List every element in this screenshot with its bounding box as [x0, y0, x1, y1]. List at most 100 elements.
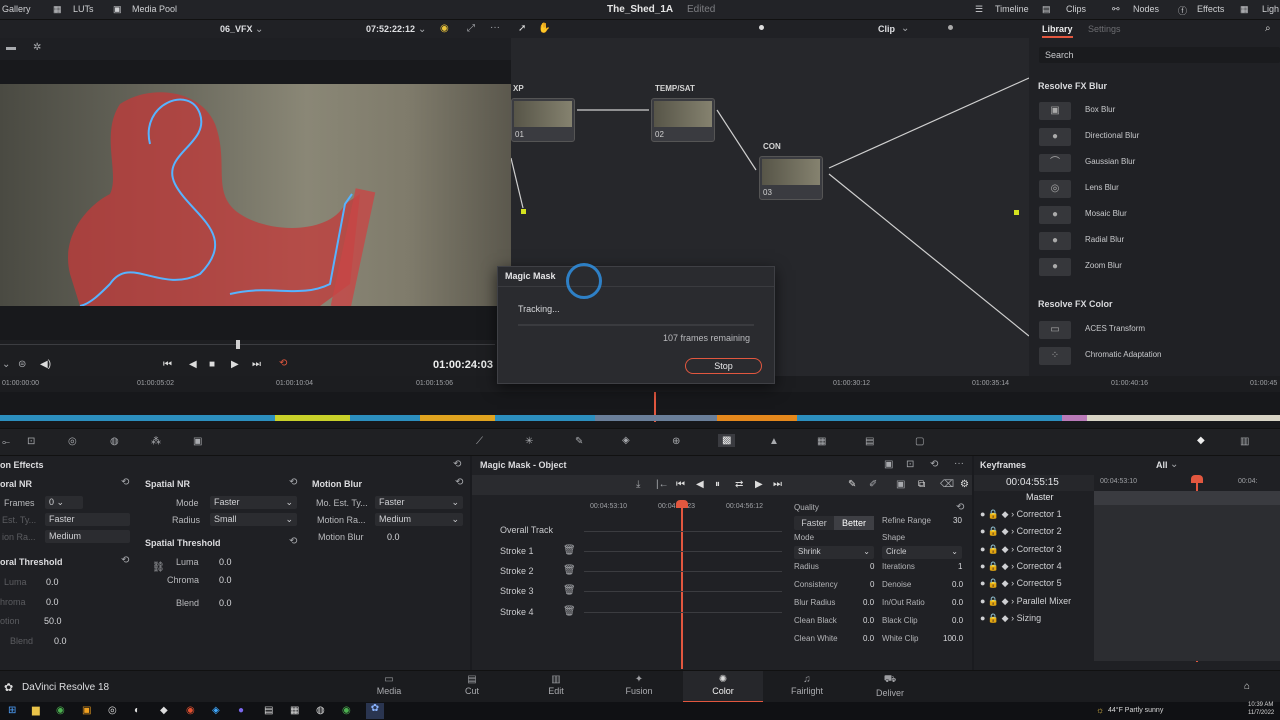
mo-blur-value[interactable]: 0.0: [387, 532, 400, 542]
effect-directional-blur[interactable]: ● Directional Blur: [1029, 126, 1280, 148]
app-icon[interactable]: ◐: [134, 705, 140, 716]
pen-add-icon[interactable]: ✎: [848, 479, 856, 490]
app-icon[interactable]: ◍: [316, 705, 325, 716]
curves-icon[interactable]: ⟋: [476, 436, 483, 447]
motion-value[interactable]: 50.0: [44, 616, 62, 626]
more-options-icon[interactable]: ···: [490, 22, 500, 33]
playhead[interactable]: [236, 340, 240, 349]
scopes-icon[interactable]: ▥: [1240, 436, 1249, 447]
tab-edit[interactable]: ▥ Edit: [516, 671, 596, 703]
fullscreen-icon[interactable]: ⤢: [467, 23, 475, 34]
radius-value[interactable]: 0: [870, 562, 874, 571]
reset-icon[interactable]: ⟲: [956, 502, 964, 513]
play-reverse-icon[interactable]: ◀: [189, 359, 197, 370]
magic-mask-icon[interactable]: ▩: [718, 434, 736, 447]
app-icon[interactable]: ◉: [186, 705, 195, 716]
track-forward-icon[interactable]: ▶: [755, 479, 763, 490]
chevron-down-icon[interactable]: ⌄: [418, 24, 426, 35]
tab-media[interactable]: ▭ Media: [349, 671, 429, 703]
hand-icon[interactable]: ✋: [538, 23, 550, 34]
tab-cut[interactable]: ▤ Cut: [432, 671, 512, 703]
node-mode[interactable]: Clip: [878, 24, 895, 34]
track-row-stroke-4[interactable]: Stroke 4 🗑: [472, 602, 584, 622]
link-icon[interactable]: ⛓: [152, 562, 165, 573]
timeline-name[interactable]: 06_VFX: [220, 24, 253, 34]
more-options-icon[interactable]: ···: [954, 458, 964, 469]
consistency-value[interactable]: 0: [870, 580, 874, 589]
chevron-down-icon[interactable]: ⌄: [1170, 459, 1178, 470]
node-input[interactable]: [521, 209, 526, 214]
iterations-value[interactable]: 1: [958, 562, 962, 571]
app-icon[interactable]: ▦: [290, 705, 299, 716]
track-row-overall[interactable]: Overall Track: [472, 520, 584, 540]
gallery-button[interactable]: Gallery: [2, 4, 31, 14]
rectangle-icon[interactable]: ▣: [896, 479, 905, 490]
keyframe-row-sizing[interactable]: ● 🔒 ◆ › Sizing: [980, 613, 1095, 630]
audio-meter-icon[interactable]: ⊜: [18, 359, 26, 370]
file-explorer-icon[interactable]: ▆: [32, 705, 40, 716]
white-clip-value[interactable]: 100.0: [943, 634, 963, 643]
rgb-mixer-icon[interactable]: ⁂: [151, 436, 161, 447]
clean-white-value[interactable]: 0.0: [863, 634, 874, 643]
app-icon[interactable]: ◉: [342, 705, 351, 716]
effects-button[interactable]: Effects: [1197, 4, 1224, 14]
frames-select[interactable]: 0 ⌄: [45, 496, 83, 509]
tab-fairlight[interactable]: ♫ Fairlight: [767, 671, 847, 703]
tab-settings[interactable]: Settings: [1088, 24, 1121, 34]
node-02[interactable]: 02: [651, 98, 715, 142]
trash-icon[interactable]: 🗑: [563, 545, 576, 556]
grid-icon[interactable]: ▬: [6, 42, 16, 53]
clip-strip[interactable]: [0, 392, 1280, 428]
clips-button[interactable]: Clips: [1066, 4, 1086, 14]
inout-ratio-value[interactable]: 0.0: [952, 598, 963, 607]
reset-icon[interactable]: ⟲: [455, 477, 463, 488]
tab-deliver[interactable]: ⛟ Deliver: [850, 671, 930, 703]
node-01[interactable]: 01: [511, 98, 575, 142]
blend-value[interactable]: 0.0: [54, 636, 67, 646]
motion-range-select[interactable]: Medium: [45, 530, 130, 543]
luma-value[interactable]: 0.0: [46, 577, 59, 587]
trash-icon[interactable]: 🗑: [563, 585, 576, 596]
spatial-blend-value[interactable]: 0.0: [219, 598, 232, 608]
faster-option[interactable]: Faster: [794, 516, 834, 530]
spatial-radius-select[interactable]: Small ⌄: [210, 513, 297, 526]
track-row-stroke-2[interactable]: Stroke 2 🗑: [472, 561, 584, 581]
app-icon[interactable]: ◈: [212, 705, 220, 716]
go-to-start-icon[interactable]: ⏮: [163, 359, 172, 370]
search-input[interactable]: Search: [1039, 47, 1280, 63]
color-warper-icon[interactable]: ✳: [525, 436, 533, 447]
reset-icon[interactable]: ⟲: [121, 555, 129, 566]
color-picker-icon[interactable]: ◉: [440, 23, 449, 34]
keyframe-row-corrector-1[interactable]: ● 🔒 ◆ › Corrector 1: [980, 509, 1095, 526]
step-back-icon[interactable]: ◀: [696, 479, 704, 490]
keyframe-row-corrector-2[interactable]: ● 🔒 ◆ › Corrector 2: [980, 526, 1095, 543]
hdr-icon[interactable]: ◍: [110, 436, 119, 447]
trash-icon[interactable]: 🗑: [563, 606, 576, 617]
effect-box-blur[interactable]: ▣ Box Blur: [1029, 100, 1280, 122]
go-to-start-icon[interactable]: ⏮: [676, 479, 685, 490]
mask-playhead-handle[interactable]: [676, 500, 688, 508]
node-input[interactable]: [1014, 210, 1019, 215]
effect-gaussian-blur[interactable]: ⌒ Gaussian Blur: [1029, 152, 1280, 174]
page-dot[interactable]: [759, 25, 764, 30]
keyframes-filter[interactable]: All: [1156, 460, 1168, 470]
play-icon[interactable]: ▶: [231, 359, 239, 370]
track-both-icon[interactable]: ⇄: [735, 479, 743, 490]
blur-icon[interactable]: ▲: [769, 436, 779, 447]
go-to-end-icon[interactable]: ⏭: [252, 359, 261, 370]
chevron-down-icon[interactable]: ⌄: [901, 23, 909, 34]
keyframe-track-area[interactable]: [1094, 491, 1280, 661]
color-match-icon[interactable]: ⊡: [27, 436, 35, 447]
node-03[interactable]: 03: [759, 156, 823, 200]
effect-zoom-blur[interactable]: ● Zoom Blur: [1029, 256, 1280, 278]
media-pool-button[interactable]: Media Pool: [132, 4, 177, 14]
davinci-taskbar-icon[interactable]: ✿: [366, 703, 384, 719]
magic-wand-icon[interactable]: ✲: [33, 42, 41, 53]
chevron-down-icon[interactable]: ⌄: [255, 24, 263, 35]
mo-est-select[interactable]: Faster ⌄: [375, 496, 463, 509]
app-icon[interactable]: ●: [238, 705, 244, 716]
qualifier-icon[interactable]: ✎: [575, 436, 583, 447]
keyframe-row-corrector-5[interactable]: ● 🔒 ◆ › Corrector 5: [980, 578, 1095, 595]
mask-playhead[interactable]: [681, 501, 683, 669]
fullscreen-icon[interactable]: ⊡: [906, 459, 914, 470]
